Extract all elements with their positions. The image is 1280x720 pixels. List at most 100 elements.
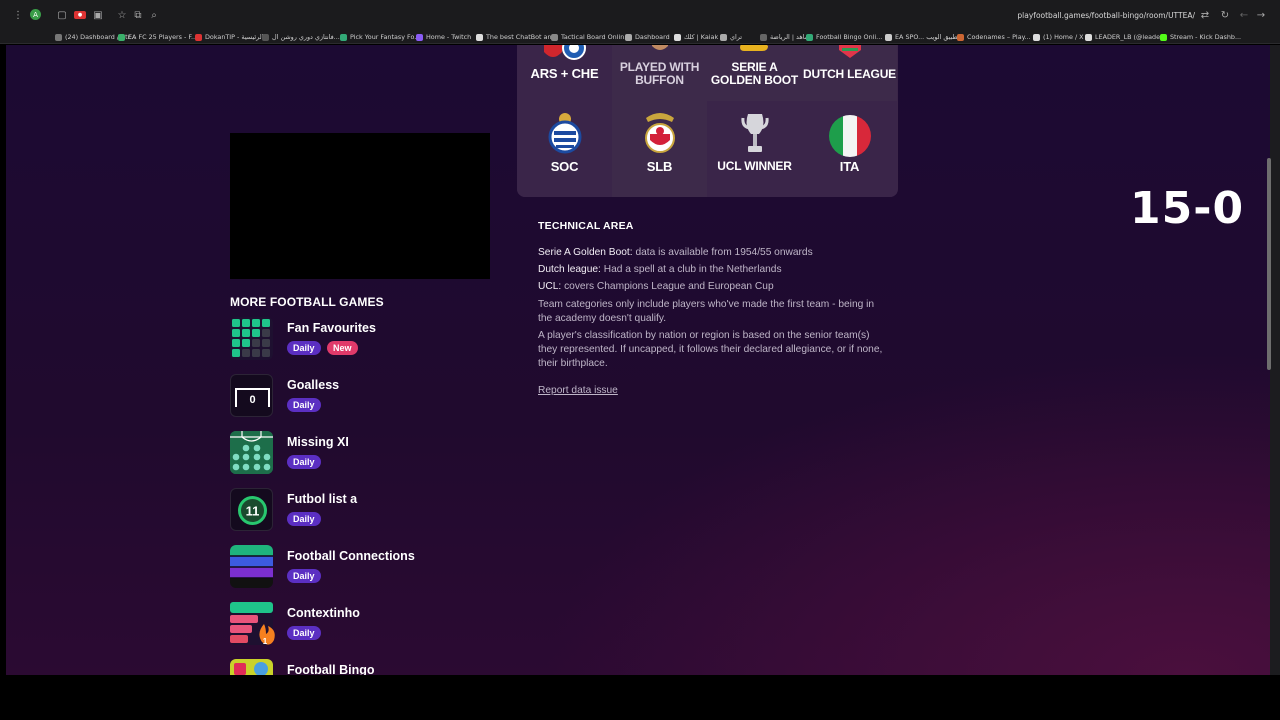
bookmark-item[interactable]: Codenames – Play...: [957, 32, 1031, 42]
bookmark-item[interactable]: كلك | Kaiak: [674, 32, 718, 42]
bookmark-favicon-icon: [195, 33, 202, 41]
daily-badge: Daily: [287, 626, 321, 640]
game-item-football-connections[interactable]: Football Connections Daily: [230, 545, 550, 589]
tab-icon[interactable]: ▢: [56, 9, 68, 21]
bingo-cell-ucl-winner[interactable]: UCL WINNER: [707, 101, 802, 197]
contextinho-icon: 1: [230, 602, 275, 646]
bingo-cell-label: ARS + CHE: [530, 66, 599, 81]
bookmark-item[interactable]: Tactical Board Onlin...: [551, 32, 630, 42]
bookmark-item[interactable]: Dashboard: [625, 32, 670, 42]
bookmark-label: تراي: [730, 33, 743, 41]
bingo-cell-soc[interactable]: SOC: [517, 101, 612, 197]
bookmark-item[interactable]: Stream - Kick Dashb...: [1160, 32, 1241, 42]
bookmark-favicon-icon: [262, 33, 269, 41]
bingo-cell-label: SOC: [550, 159, 579, 174]
bookmark-item[interactable]: Football Bingo Onli...: [806, 32, 882, 42]
bookmark-label: كلك | Kaiak: [684, 33, 719, 41]
video-embed[interactable]: [230, 133, 490, 279]
game-item-football-bingo[interactable]: Football Bingo: [230, 659, 550, 675]
bingo-cell-ita[interactable]: ITA: [802, 101, 897, 197]
star-bookmark-icon[interactable]: ☆: [116, 9, 128, 21]
bookmark-label: EA SPO... تطبيق الويب: [895, 33, 960, 41]
extensions-icon[interactable]: ⧉: [132, 9, 144, 21]
bingo-grid: ARS + CHE PLAYED WITH BUFFON SERIE A GOL…: [517, 45, 898, 197]
tune-icon[interactable]: ⇄: [1199, 9, 1211, 21]
sidebar-icon[interactable]: ▣: [92, 9, 104, 21]
score-overlay: 15-0: [1130, 183, 1245, 234]
contextinho-streak-number: 1: [263, 637, 268, 646]
menu-dots-icon[interactable]: ⋮: [12, 9, 24, 21]
dutch-league-icon: [838, 45, 861, 58]
game-name: Missing XI: [287, 435, 349, 449]
technical-area-note: Team categories only include players who…: [538, 299, 875, 324]
champions-league-trophy-icon: [740, 114, 769, 152]
bookmark-favicon-icon: [1085, 33, 1092, 41]
game-item-futbol-lista[interactable]: 11 Futbol list a Daily: [230, 488, 550, 532]
futbol-lista-icon: 11: [230, 488, 273, 531]
bingo-cell-label: UCL WINNER: [717, 159, 792, 173]
game-name: Fan Favourites: [287, 321, 376, 335]
game-item-missing-xi[interactable]: Missing XI Daily: [230, 431, 550, 475]
football-connections-icon: [230, 545, 273, 588]
golden-boot-icon: [739, 45, 768, 51]
bookmark-favicon-icon: [885, 33, 892, 41]
bookmark-item[interactable]: DokanTIP - الرئيسية: [195, 32, 263, 42]
bookmark-favicon-icon: [806, 33, 813, 41]
bingo-cell-label: SLB: [646, 159, 673, 174]
game-name: Football Connections: [287, 549, 415, 563]
goalless-icon: 0: [230, 374, 273, 417]
scrollbar-thumb[interactable]: [1267, 158, 1271, 370]
record-icon[interactable]: ●: [74, 11, 86, 19]
daily-badge: Daily: [287, 455, 321, 469]
back-icon[interactable]: →: [1255, 9, 1267, 21]
game-name: Futbol list a: [287, 492, 358, 506]
goalless-score-text: 0: [249, 394, 255, 406]
web-page: ARS + CHE PLAYED WITH BUFFON SERIE A GOL…: [6, 45, 1270, 675]
definition: Had a spell at a club in the Netherlands: [603, 264, 782, 275]
bookmark-favicon-icon: [416, 33, 423, 41]
bookmark-label: (1) Home / X: [1043, 33, 1084, 41]
address-bar[interactable]: playfootball.games/football-bingo/room/U…: [990, 11, 1195, 25]
bookmark-item[interactable]: EA SPO... تطبيق الويب: [885, 32, 960, 42]
page-scrollbar[interactable]: [1270, 45, 1280, 675]
bookmark-item[interactable]: تراي: [720, 32, 742, 42]
technical-area-line: Serie A Golden Boot: data is available f…: [538, 246, 883, 260]
bookmark-item[interactable]: (1) Home / X: [1033, 32, 1084, 42]
bookmark-label: Pick Your Fantasy Fo...: [350, 33, 421, 41]
bingo-cell-label: DUTCH LEAGUE: [803, 67, 896, 81]
definition: covers Champions League and European Cup: [564, 281, 774, 292]
game-item-contextinho[interactable]: 1 Contextinho Daily: [230, 602, 550, 646]
bookmark-item[interactable]: The best ChatBot an...: [476, 32, 558, 42]
football-bingo-icon: [230, 659, 273, 675]
bookmark-label: فانتازي دوري روشن ال...: [272, 33, 340, 41]
bookmark-item[interactable]: فانتازي دوري روشن ال...: [262, 32, 340, 42]
bookmark-item[interactable]: Pick Your Fantasy Fo...: [340, 32, 420, 42]
bookmark-label: Dashboard: [635, 33, 670, 41]
bookmark-item[interactable]: Home - Twitch: [416, 32, 471, 42]
bookmark-label: Home - Twitch: [426, 33, 472, 41]
game-item-goalless[interactable]: 0 Goalless Daily: [230, 374, 550, 418]
bingo-cell-label: SERIE A GOLDEN BOOT: [710, 60, 799, 87]
bookmark-favicon-icon: [625, 33, 632, 41]
bingo-cell-slb[interactable]: SLB: [612, 101, 707, 197]
game-name: Goalless: [287, 378, 340, 392]
missing-xi-pitch-icon: [230, 431, 273, 474]
bookmark-label: Codenames – Play...: [967, 33, 1031, 41]
more-games-title: MORE FOOTBALL GAMES: [230, 295, 384, 309]
bookmark-label: LEADER_LB (@leade...: [1095, 33, 1167, 41]
bookmarks-bar: (24) Dashboard / Str... EA FC 25 Players …: [0, 30, 1280, 44]
bookmark-favicon-icon: [118, 33, 125, 41]
reload-icon[interactable]: ↻: [1219, 9, 1231, 21]
bookmark-label: شاهد | الرياضة: [770, 33, 811, 41]
forward-icon[interactable]: ←: [1238, 9, 1250, 21]
profile-avatar-icon[interactable]: A: [30, 9, 41, 20]
bookmark-label: The best ChatBot an...: [486, 33, 558, 41]
bookmark-item[interactable]: LEADER_LB (@leade...: [1085, 32, 1166, 42]
bookmark-item[interactable]: شاهد | الرياضة: [760, 32, 810, 42]
bookmark-item[interactable]: EA FC 25 Players - F...: [118, 32, 197, 42]
search-icon[interactable]: ⌕: [148, 9, 160, 21]
bookmark-favicon-icon: [476, 33, 483, 41]
browser-toolbar: ⋮ A ▢ ● ▣ ☆ ⧉ ⌕ playfootball.games/footb…: [0, 0, 1280, 30]
term: Dutch league:: [538, 264, 601, 275]
game-item-fan-favourites[interactable]: Fan Favourites Daily New: [230, 317, 550, 361]
